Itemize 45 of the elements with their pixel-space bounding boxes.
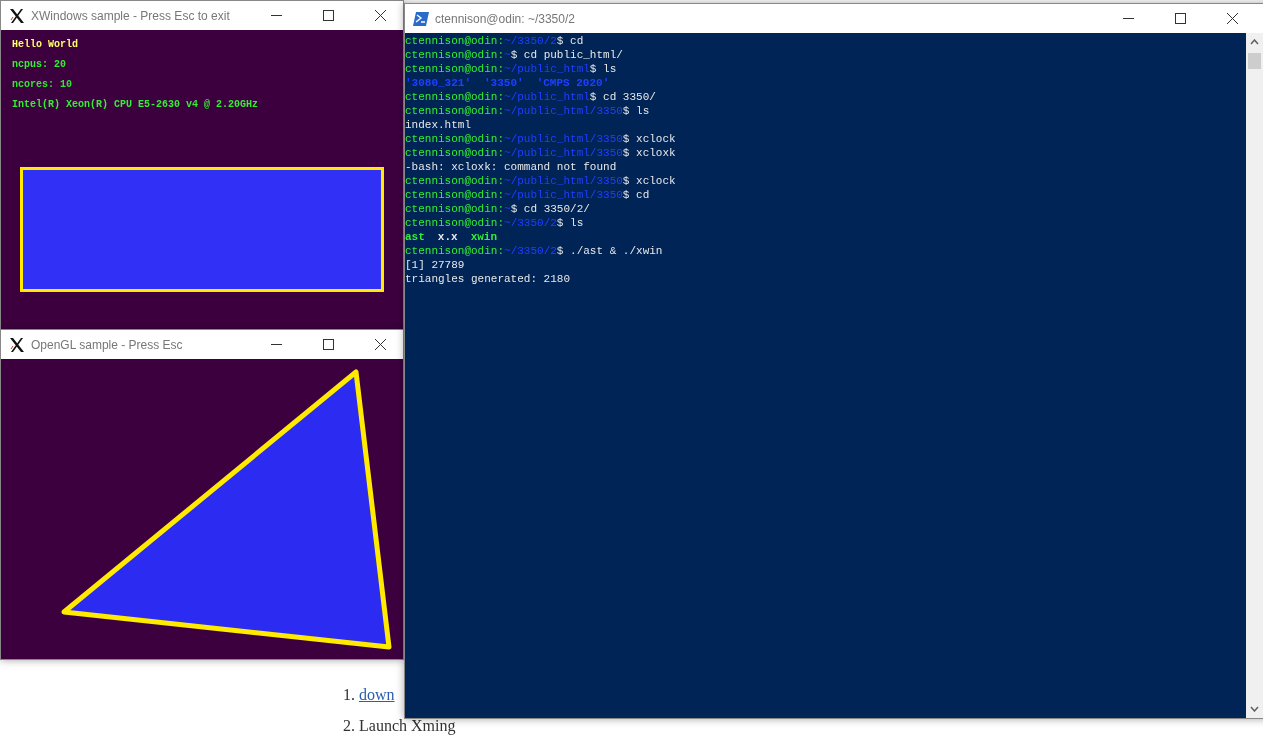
- scrollbar[interactable]: [1246, 33, 1263, 718]
- output-text: Intel(R) Xeon(R) CPU E5-2630 v4 @ 2.20GHz: [12, 98, 259, 112]
- window-title: ctennison@odin: ~/3350/2: [435, 11, 576, 26]
- minimize-icon: [270, 15, 282, 16]
- window-title: OpenGL sample - Press Esc: [31, 337, 184, 352]
- terminal-icon: [413, 11, 429, 26]
- terminal-line: ctennison@odin:~/public_html/3350$ ls: [405, 104, 651, 118]
- minimize-icon: [1122, 18, 1134, 19]
- close-icon: [374, 339, 386, 350]
- terminal-line: ctennison@odin:~/3350/2$ ls: [405, 216, 585, 230]
- terminal-line: ctennison@odin:~$ cd public_html/: [405, 48, 624, 62]
- output-text: ncores: 10: [12, 78, 72, 92]
- terminal-line: triangles generated: 2180: [405, 272, 572, 286]
- window-title: XWindows sample - Press Esc to exit: [31, 8, 231, 23]
- terminal-line: ast x.x xwin: [405, 230, 499, 244]
- maximize-icon: [322, 339, 334, 350]
- terminal-line: ctennison@odin:~/public_html/3350$ xclock: [405, 132, 677, 146]
- terminal-line: ctennison@odin:~/public_html$ ls: [405, 62, 618, 76]
- maximize-icon: [322, 10, 334, 21]
- terminal-line: ctennison@odin:~/3350/2$ ./ast & ./xwin: [405, 244, 664, 258]
- terminal-line: ctennison@odin:~/public_html/3350$ cd: [405, 188, 651, 202]
- x-logo-icon: [9, 7, 25, 24]
- x-logo-icon: [9, 336, 25, 353]
- scroll-up-icon[interactable]: [1250, 39, 1259, 45]
- output-text: ncpus: 20: [12, 58, 66, 72]
- terminal-line: ctennison@odin:~/public_html$ cd 3350/: [405, 90, 657, 104]
- step-number: 2.: [343, 717, 355, 735]
- terminal-line: ctennison@odin:~/public_html/3350$ xclock: [405, 174, 677, 188]
- step-number: 1.: [343, 686, 355, 704]
- terminal-line: index.html: [405, 118, 472, 132]
- terminal-line: ctennison@odin:~/public_html/3350$ xcloxk: [405, 146, 677, 160]
- terminal-line: '3080_321' '3350' 'CMPS 2020': [405, 76, 611, 90]
- step-text: Launch Xming: [359, 717, 456, 735]
- minimize-icon: [270, 344, 282, 345]
- close-icon: [1226, 13, 1238, 24]
- scroll-down-icon[interactable]: [1250, 706, 1259, 712]
- output-text: Hello World: [12, 38, 78, 52]
- step-link[interactable]: down: [359, 686, 395, 704]
- scroll-thumb[interactable]: [1248, 53, 1261, 69]
- terminal-line: [1] 27789: [405, 258, 466, 272]
- maximize-icon: [1174, 13, 1186, 24]
- close-icon: [374, 10, 386, 21]
- terminal-line: -bash: xcloxk: command not found: [405, 160, 618, 174]
- terminal-line: ctennison@odin:~/3350/2$ cd: [405, 34, 585, 48]
- terminal-line: ctennison@odin:~$ cd 3350/2/: [405, 202, 591, 216]
